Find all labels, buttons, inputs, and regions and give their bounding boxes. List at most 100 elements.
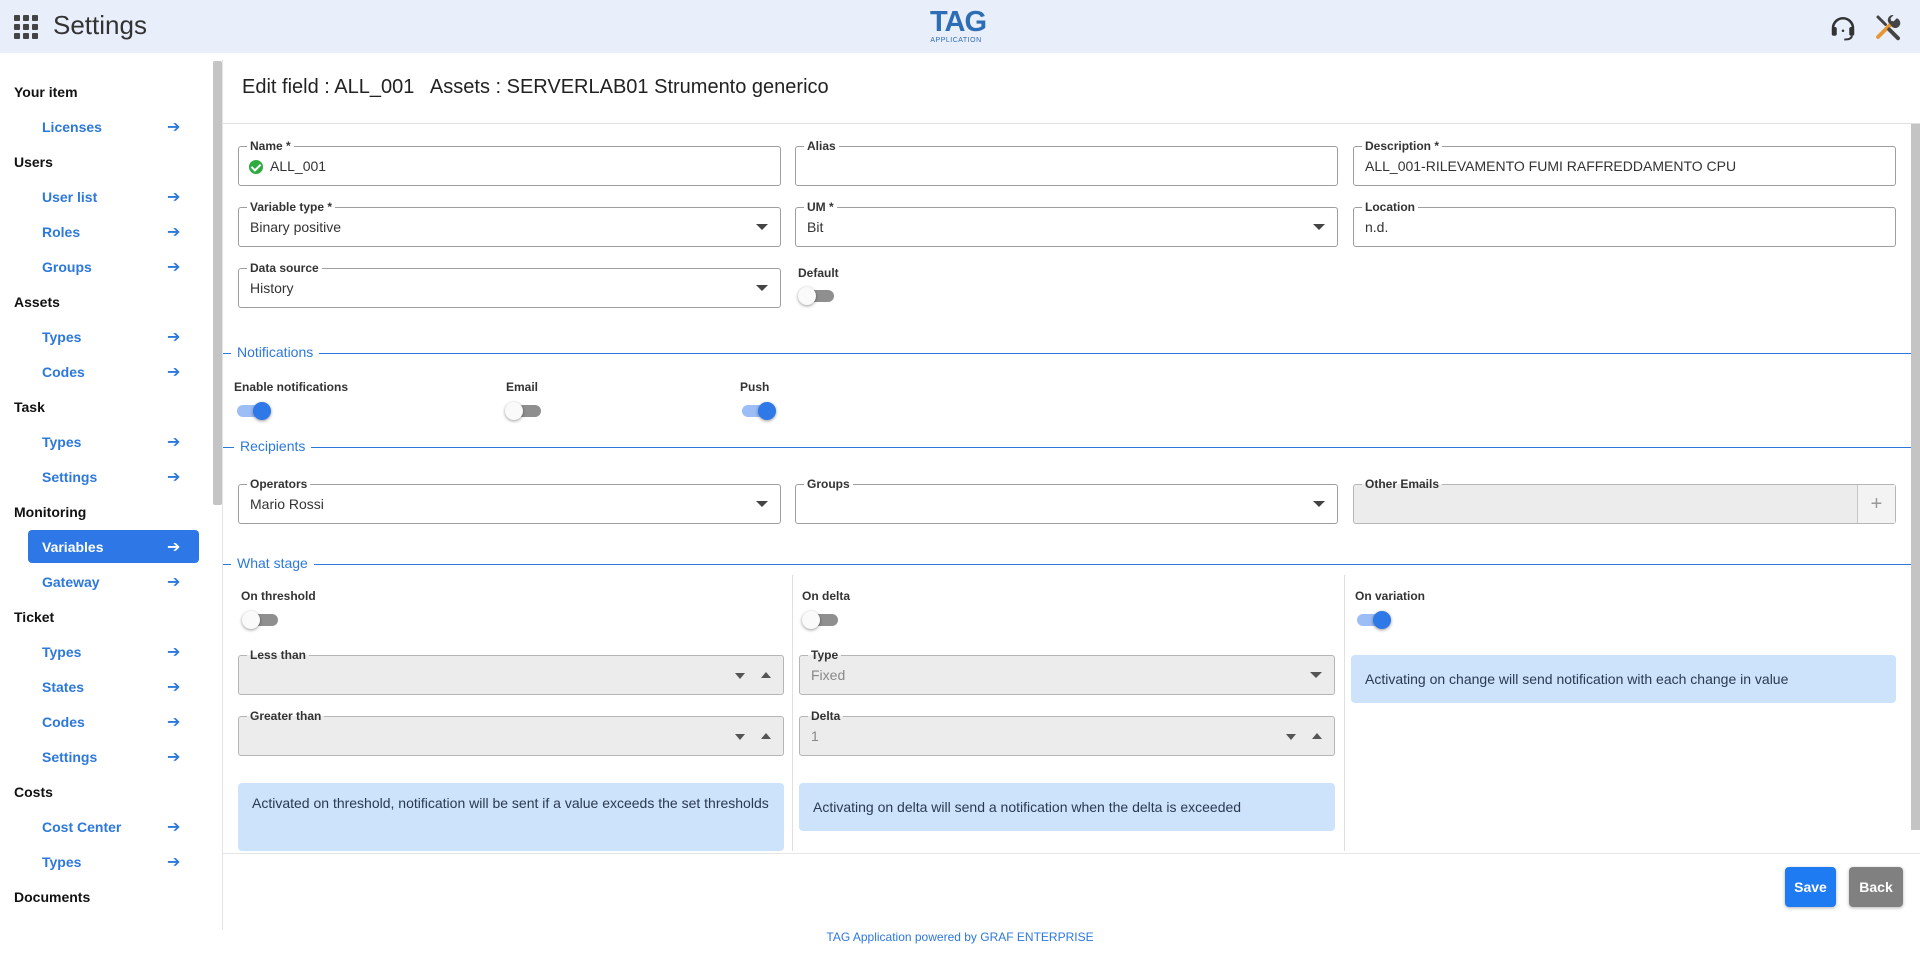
on-delta-toggle[interactable] [802,611,838,629]
sidebar-item-label: Roles [42,223,81,240]
arrow-right-icon: ➔ [167,118,181,136]
field-label: Greater than [247,709,325,723]
field-value: ALL_001-RILEVAMENTO FUMI RAFFREDDAMENTO … [1365,158,1737,174]
sidebar-item-label: Types [42,643,82,660]
field-label: Alias [804,139,839,153]
check-circle-icon [249,160,263,174]
arrow-right-icon: ➔ [167,328,181,346]
sidebar-item-ticket-codes[interactable]: Codes ➔ [28,705,199,738]
enable-notifications-toggle[interactable] [235,402,271,420]
variable-type-select[interactable]: Variable type * Binary positive [238,200,781,247]
sidebar-scrollbar[interactable] [213,61,222,505]
sidebar-item-user-list[interactable]: User list ➔ [28,180,199,213]
default-toggle[interactable] [798,287,834,305]
delta-input[interactable]: Delta 1 [799,709,1335,756]
arrow-right-icon: ➔ [167,643,181,661]
arrow-right-icon: ➔ [167,573,181,591]
tag-logo[interactable]: TAG APPLICATION [930,8,987,46]
delta-type-select[interactable]: Type Fixed [799,648,1335,695]
divider [223,853,1920,854]
sidebar-item-label: Variables [42,538,104,555]
field-value: ALL_001 [270,158,327,174]
footer-text[interactable]: TAG Application powered by GRAF ENTERPRI… [0,930,1920,944]
sidebar-item-cost-types[interactable]: Types ➔ [28,845,199,878]
decrement-icon[interactable] [1286,734,1296,740]
sidebar-item-cost-center[interactable]: Cost Center ➔ [28,810,199,843]
sidebar-section-users: Users [14,154,53,170]
section-line [223,447,1920,448]
push-toggle[interactable] [740,402,776,420]
sidebar-item-groups[interactable]: Groups ➔ [28,250,199,283]
tools-icon[interactable] [1873,12,1903,42]
field-label: Variable type * [247,200,336,214]
app-title: Settings [53,10,147,40]
field-value: n.d. [1365,219,1389,235]
recipients-section-title: Recipients [234,438,312,454]
sidebar-item-ticket-settings[interactable]: Settings ➔ [28,740,199,773]
data-source-select[interactable]: Data source History [238,261,781,308]
on-threshold-toggle[interactable] [242,611,278,629]
field-value: Mario Rossi [250,496,324,512]
sidebar-item-label: States [42,678,85,695]
greater-than-input[interactable]: Greater than [238,709,784,756]
apps-icon[interactable] [14,15,38,39]
sidebar-divider [222,60,223,930]
sidebar-item-task-types[interactable]: Types ➔ [28,425,199,458]
decrement-icon[interactable] [735,734,745,740]
add-email-button[interactable]: + [1857,485,1895,523]
sidebar-item-roles[interactable]: Roles ➔ [28,215,199,248]
sidebar-item-ticket-types[interactable]: Types ➔ [28,635,199,668]
sidebar-item-label: Gateway [42,573,100,590]
field-value: Fixed [811,667,846,683]
back-button[interactable]: Back [1849,867,1903,907]
sidebar-item-task-settings[interactable]: Settings ➔ [28,460,199,493]
arrow-right-icon: ➔ [167,818,181,836]
on-variation-toggle[interactable] [1355,611,1391,629]
field-label: Description * [1362,139,1443,153]
default-label: Default [798,266,839,280]
location-field[interactable]: Location n.d. [1353,200,1896,247]
less-than-input[interactable]: Less than [238,648,784,695]
sidebar-item-ticket-states[interactable]: States ➔ [28,670,199,703]
sidebar-item-label: Codes [42,713,85,730]
field-label: Less than [247,648,310,662]
decrement-icon[interactable] [735,673,745,679]
sidebar-item-asset-types[interactable]: Types ➔ [28,320,199,353]
groups-select[interactable]: Groups [795,477,1338,524]
sidebar-item-asset-codes[interactable]: Codes ➔ [28,355,199,388]
email-label: Email [506,380,539,394]
section-line [223,564,1920,565]
arrow-right-icon: ➔ [167,468,181,486]
alias-field[interactable]: Alias [795,139,1338,186]
field-label: Groups [804,477,853,491]
headset-icon[interactable] [1828,12,1858,42]
delta-info: Activating on delta will send a notifica… [799,783,1335,831]
section-line [223,353,1920,354]
sidebar-item-label: Cost Center [42,818,122,835]
what-stage-section-title: What stage [231,555,314,571]
description-field[interactable]: Description * ALL_001-RILEVAMENTO FUMI R… [1353,139,1896,186]
name-field[interactable]: Name * ALL_001 [238,139,781,186]
arrow-right-icon: ➔ [167,188,181,206]
sidebar-section-your-item: Your item [14,84,78,100]
content-scrollbar[interactable] [1911,124,1920,830]
increment-icon[interactable] [1312,733,1322,739]
save-button[interactable]: Save [1785,867,1836,907]
increment-icon[interactable] [761,733,771,739]
top-bar: Settings TAG APPLICATION [0,0,1920,53]
increment-icon[interactable] [761,672,771,678]
sidebar-item-licenses[interactable]: Licenses ➔ [28,110,199,143]
arrow-right-icon: ➔ [167,433,181,451]
sidebar: Your item Licenses ➔ Users User list ➔ Rol… [0,60,212,930]
field-label: Other Emails [1362,477,1443,491]
arrow-right-icon: ➔ [167,678,181,696]
email-toggle[interactable] [505,402,541,420]
sidebar-item-variables[interactable]: Variables ➔ [28,530,199,563]
sidebar-item-gateway[interactable]: Gateway ➔ [28,565,199,598]
um-select[interactable]: UM * Bit [795,200,1338,247]
sidebar-item-label: Settings [42,748,98,765]
field-label: Type [808,648,842,662]
other-emails-field[interactable]: Other Emails + [1353,477,1896,524]
operators-select[interactable]: Operators Mario Rossi [238,477,781,524]
sidebar-item-label: Settings [42,468,98,485]
